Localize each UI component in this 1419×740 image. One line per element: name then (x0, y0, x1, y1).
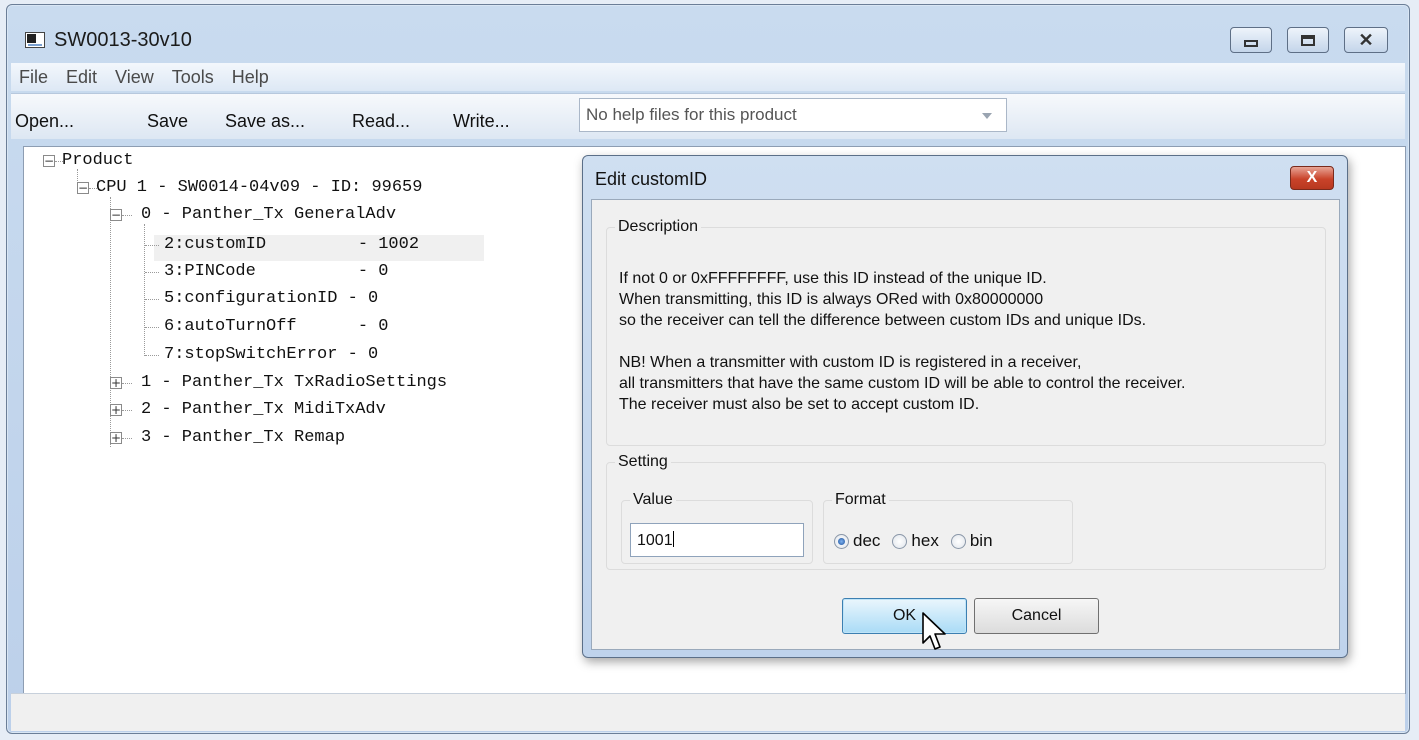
minimize-button[interactable] (1230, 27, 1272, 53)
value-group: Value 1001 (621, 491, 813, 564)
format-group: Format dec hex bin (823, 491, 1073, 564)
format-bin-radio[interactable] (950, 533, 966, 549)
format-options: dec hex bin (834, 531, 1005, 551)
tree-group[interactable]: 0 - Panther_Tx GeneralAdv (141, 205, 396, 224)
description-line: all transmitters that have the same cust… (619, 375, 1186, 392)
description-line: NB! When a transmitter with custom ID is… (619, 354, 1082, 371)
collapse-icon[interactable]: − (77, 182, 89, 194)
menu-tools[interactable]: Tools (172, 67, 214, 88)
collapse-icon[interactable]: − (110, 209, 122, 221)
ok-button[interactable]: OK (842, 598, 967, 634)
close-icon: ✕ (1358, 30, 1374, 50)
edit-customid-dialog: Edit customID X Description If not 0 or … (582, 155, 1348, 658)
tree-item-pincode[interactable]: 3:PINCode - 0 (164, 262, 388, 281)
description-line: If not 0 or 0xFFFFFFFF, use this ID inst… (619, 270, 1047, 287)
menu-bar: File Edit View Tools Help (11, 63, 1405, 91)
value-legend: Value (633, 491, 673, 508)
help-files-value: No help files for this product (586, 105, 797, 124)
read-button[interactable]: Read... (352, 111, 410, 132)
window-title: SW0013-30v10 (54, 29, 192, 51)
tree-group[interactable]: 1 - Panther_Tx TxRadioSettings (141, 373, 447, 392)
maximize-button[interactable] (1287, 27, 1329, 53)
cancel-label: Cancel (1011, 607, 1062, 624)
dialog-title: Edit customID (595, 169, 708, 189)
mouse-pointer-icon (922, 612, 946, 650)
cancel-button[interactable]: Cancel (974, 598, 1099, 634)
toolbar: Open... Save Save as... Read... Write...… (11, 93, 1405, 139)
format-dec-radio[interactable] (834, 533, 849, 549)
tree-item-configurationid[interactable]: 5:configurationID - 0 (164, 289, 378, 308)
tree-group[interactable]: 3 - Panther_Tx Remap (141, 428, 345, 447)
menu-help[interactable]: Help (232, 67, 269, 88)
tree-item-autoturnoff[interactable]: 6:autoTurnOff - 0 (164, 317, 388, 336)
chevron-down-icon (982, 113, 992, 119)
collapse-icon[interactable]: − (43, 155, 55, 167)
minimize-icon (1244, 39, 1258, 47)
description-legend: Description (618, 218, 699, 235)
tree-item-stopswitcherror[interactable]: 7:stopSwitchError - 0 (164, 345, 378, 364)
expand-icon[interactable]: + (110, 432, 122, 444)
expand-icon[interactable]: + (110, 377, 122, 389)
value-input[interactable]: 1001 (630, 523, 804, 557)
setting-group: Setting Value 1001 Format dec hex bin (606, 453, 1326, 570)
expand-icon[interactable]: + (110, 404, 122, 416)
tree-item-customid[interactable]: 2:customID - 1002 (164, 235, 419, 254)
description-text: If not 0 or 0xFFFFFFFF, use this ID inst… (619, 268, 1185, 415)
ok-label: OK (892, 607, 917, 624)
description-line: so the receiver can tell the difference … (619, 312, 1147, 329)
help-files-dropdown[interactable]: No help files for this product (579, 98, 1007, 132)
menu-view[interactable]: View (115, 67, 154, 88)
format-hex-label[interactable]: hex (911, 531, 938, 551)
tree-root[interactable]: Product (62, 151, 133, 170)
tree-group[interactable]: 2 - Panther_Tx MidiTxAdv (141, 400, 386, 419)
write-button[interactable]: Write... (453, 111, 510, 132)
open-button[interactable]: Open... (15, 111, 74, 132)
setting-legend: Setting (618, 453, 668, 470)
description-group: Description If not 0 or 0xFFFFFFFF, use … (606, 218, 1326, 446)
close-icon: X (1306, 169, 1318, 186)
dialog-body: Description If not 0 or 0xFFFFFFFF, use … (591, 199, 1340, 650)
description-line: The receiver must also be set to accept … (619, 396, 980, 413)
menu-file[interactable]: File (19, 67, 48, 88)
app-window-icon (25, 32, 45, 48)
close-window-button[interactable]: ✕ (1344, 27, 1388, 53)
format-hex-radio[interactable] (892, 533, 908, 549)
format-bin-label[interactable]: bin (970, 531, 993, 551)
menu-edit[interactable]: Edit (66, 67, 97, 88)
description-line: When transmitting, this ID is always ORe… (619, 291, 1044, 308)
title-bar[interactable]: SW0013-30v10 ✕ (7, 5, 1409, 61)
maximize-icon (1301, 34, 1315, 46)
status-bar (11, 693, 1405, 731)
tree-cpu[interactable]: CPU 1 - SW0014-04v09 - ID: 99659 (96, 178, 422, 197)
text-caret (672, 531, 674, 547)
value-text: 1001 (637, 532, 673, 549)
save-button[interactable]: Save (147, 111, 188, 132)
format-legend: Format (835, 491, 886, 508)
save-as-button[interactable]: Save as... (225, 111, 305, 132)
dialog-close-button[interactable]: X (1290, 166, 1334, 190)
format-dec-label[interactable]: dec (853, 531, 880, 551)
